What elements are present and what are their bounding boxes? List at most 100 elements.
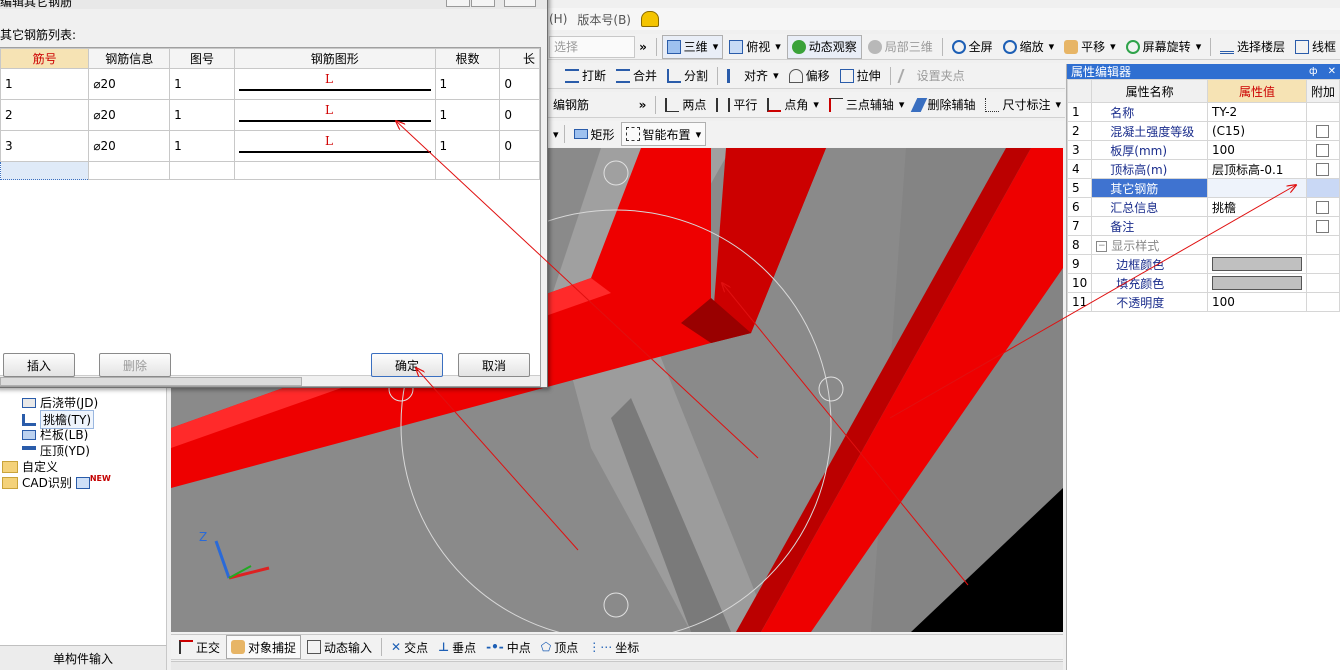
new-row-bar-number-cell[interactable] [0, 161, 90, 180]
zoom-button[interactable]: 缩放 ▾ [999, 36, 1059, 58]
three-point-axis-button[interactable]: 三点辅轴 ▾ [825, 94, 909, 116]
rebar-shape-cell[interactable]: L [233, 130, 436, 162]
property-value[interactable] [1206, 254, 1307, 274]
property-value[interactable]: 层顶标高-0.1 [1206, 159, 1307, 179]
col-bar-number[interactable]: 筋号 [0, 48, 90, 69]
intersection-snap-button[interactable]: ✕ 交点 [387, 636, 432, 658]
bar-info-cell[interactable]: ⌀20 [88, 99, 171, 131]
pin-icon[interactable]: ф [1309, 66, 1318, 77]
new-row-cell[interactable] [169, 161, 235, 180]
property-row[interactable]: 1 名称 TY-2 [1066, 102, 1340, 122]
collapse-icon[interactable]: − [1096, 240, 1108, 252]
menu-help[interactable]: (H) [549, 12, 567, 26]
extra-checkbox[interactable] [1316, 220, 1330, 233]
tree-item-coping[interactable]: 压顶(YD) [22, 442, 90, 459]
new-row-cell[interactable] [233, 161, 436, 180]
local-3d-button[interactable]: 局部三维 [864, 36, 937, 58]
property-value[interactable] [1206, 216, 1307, 236]
extra-checkbox[interactable] [1316, 163, 1330, 176]
stretch-button[interactable]: 拉伸 [836, 65, 885, 87]
offset-button[interactable]: 偏移 [785, 65, 834, 87]
col-length[interactable]: 长 [499, 48, 540, 69]
ortho-button[interactable]: 正交 [175, 636, 224, 658]
bar-info-cell[interactable]: ⌀20 [88, 68, 171, 100]
tree-folder-custom[interactable]: 自定义 [2, 458, 58, 475]
set-pinch-button[interactable]: 设置夹点 [896, 65, 969, 87]
property-value[interactable]: 挑檐 [1206, 197, 1307, 217]
property-value[interactable] [1206, 235, 1307, 255]
close-icon[interactable] [504, 0, 536, 7]
col-bar-shape[interactable]: 钢筋图形 [233, 48, 436, 69]
new-row-cell[interactable] [434, 161, 501, 180]
length-cell[interactable]: 0 [499, 68, 540, 100]
top-view-button[interactable]: 俯视 ▾ [725, 36, 785, 58]
property-row[interactable]: 10 填充颜色 [1066, 273, 1340, 293]
extra-checkbox[interactable] [1316, 125, 1330, 138]
property-value[interactable]: 100 [1206, 140, 1307, 160]
length-cell[interactable]: 0 [499, 99, 540, 131]
extra-cell[interactable] [1305, 216, 1340, 236]
new-row-cell[interactable] [88, 161, 171, 180]
insert-button[interactable]: 插入 [3, 353, 75, 377]
smart-layout-button[interactable]: 智能布置 ▾ [620, 122, 707, 146]
split-button[interactable]: 分割 [663, 65, 712, 87]
property-row[interactable]: 2 混凝土强度等级 (C15) [1066, 121, 1340, 141]
col-count[interactable]: 根数 [434, 48, 501, 69]
dynamic-observe-button[interactable]: 动态观察 [786, 34, 862, 59]
extra-checkbox[interactable] [1316, 144, 1330, 157]
col-bar-info[interactable]: 钢筋信息 [88, 48, 171, 69]
property-row[interactable]: 3 板厚(mm) 100 [1066, 140, 1340, 160]
break-button[interactable]: 打断 [561, 65, 610, 87]
property-value[interactable]: (C15) [1206, 121, 1307, 141]
wireframe-button[interactable]: 线框 [1291, 36, 1340, 58]
close-icon[interactable]: ✕ [1328, 66, 1336, 77]
count-cell[interactable]: 1 [434, 130, 501, 162]
dropdown-chevron-icon[interactable]: ▾ [553, 128, 559, 141]
property-row[interactable]: 5 其它钢筋 [1066, 178, 1340, 198]
rebar-shape-cell[interactable]: L [233, 68, 436, 100]
merge-button[interactable]: 合并 [612, 65, 661, 87]
figure-number-cell[interactable]: 1 [169, 99, 235, 131]
pan-button[interactable]: 平移 ▾ [1060, 36, 1120, 58]
bar-info-cell[interactable]: ⌀20 [88, 130, 171, 162]
maximize-icon[interactable] [471, 0, 495, 7]
ok-button[interactable]: 确定 [371, 353, 443, 377]
count-cell[interactable]: 1 [434, 68, 501, 100]
parallel-button[interactable]: 平行 [712, 94, 761, 116]
point-angle-button[interactable]: 点角 ▾ [763, 94, 823, 116]
extra-cell[interactable] [1305, 159, 1340, 179]
minimize-icon[interactable] [446, 0, 470, 7]
extra-cell[interactable] [1305, 197, 1340, 217]
view-3d-button[interactable]: 三维 ▾ [661, 34, 724, 59]
dimension-button[interactable]: 尺寸标注 ▾ [981, 94, 1065, 116]
rebar-row[interactable]: 3 ⌀20 1 L 1 0 [0, 130, 540, 162]
extra-checkbox[interactable] [1316, 201, 1330, 214]
perpendicular-snap-button[interactable]: ⊥ 垂点 [434, 636, 480, 658]
rectangle-button[interactable]: 矩形 [570, 123, 619, 145]
bar-number-cell[interactable]: 1 [0, 68, 90, 100]
fullscreen-button[interactable]: 全屏 [948, 36, 997, 58]
property-value[interactable] [1206, 178, 1307, 198]
property-value[interactable]: 100 [1206, 292, 1307, 312]
rebar-row[interactable]: 1 ⌀20 1 L 1 0 [0, 68, 540, 100]
color-swatch[interactable] [1211, 276, 1302, 290]
select-button[interactable]: 选择 [549, 35, 636, 58]
property-row[interactable]: 7 备注 [1066, 216, 1340, 236]
coordinate-snap-button[interactable]: ⋮⋯ 坐标 [584, 636, 643, 658]
delete-button[interactable]: 删除 [99, 353, 171, 377]
tree-folder-cad[interactable]: CAD识别 NEW [2, 474, 111, 491]
tree-item-parapet[interactable]: 栏板(LB) [22, 426, 88, 443]
property-row[interactable]: 4 顶标高(m) 层顶标高-0.1 [1066, 159, 1340, 179]
property-row[interactable]: 11 不透明度 100 [1066, 292, 1340, 312]
length-cell[interactable]: 0 [499, 130, 540, 162]
overflow-chevron-icon[interactable]: » [639, 98, 647, 112]
helmet-icon[interactable] [641, 11, 659, 27]
property-value[interactable] [1206, 273, 1307, 293]
dynamic-input-button[interactable]: 动态输入 [303, 636, 376, 658]
screen-rotate-button[interactable]: 屏幕旋转 ▾ [1122, 36, 1206, 58]
align-button[interactable]: 对齐 ▾ [723, 65, 783, 87]
single-component-input-button[interactable]: 单构件输入 [0, 645, 167, 670]
extra-cell[interactable] [1305, 140, 1340, 160]
property-row[interactable]: 8− 显示样式 [1066, 235, 1340, 255]
bar-number-cell[interactable]: 2 [0, 99, 90, 131]
